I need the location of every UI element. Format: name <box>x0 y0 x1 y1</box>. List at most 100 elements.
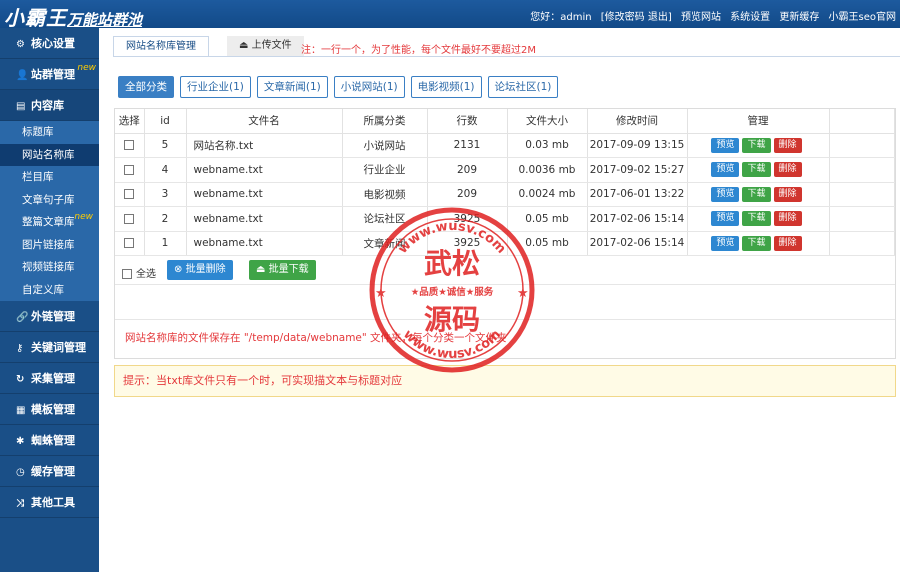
delete-button[interactable]: 删除 <box>773 162 802 178</box>
submenu-item-article-library[interactable]: 整篇文章库 new <box>0 211 99 234</box>
sidebar-item-label: 外链管理 <box>31 310 75 323</box>
cell-id: 1 <box>144 231 187 256</box>
cell-actions: 预览 下载 删除 <box>687 157 830 183</box>
sidebar-item-cache[interactable]: ◷ 缓存管理 <box>0 456 99 487</box>
top-bar: 小霸王万能站群池 您好：admin [修改密码 退出] 预览网站 系统设置 更新… <box>0 0 900 31</box>
app-logo: 小霸王万能站群池 <box>4 2 142 31</box>
bulk-download-button[interactable]: ⏏ 批量下载 <box>249 260 316 280</box>
bulk-download-label: 批量下载 <box>268 264 309 275</box>
sidebar-item-templates[interactable]: ▦ 模板管理 <box>0 394 99 425</box>
cell-filename: 网站名称.txt <box>186 133 343 158</box>
tab-upload-file[interactable]: ⏏ 上传文件 <box>227 36 304 57</box>
tab-site-name-library[interactable]: 网站名称库管理 <box>113 36 209 57</box>
logo-main: 小霸王 <box>4 6 67 30</box>
sidebar-item-site-cluster[interactable]: 👤 站群管理 new <box>0 59 99 90</box>
download-button[interactable]: 下载 <box>742 211 771 227</box>
cell-id: 5 <box>144 133 187 158</box>
new-badge: new <box>77 63 96 73</box>
cell-lines: 209 <box>427 157 508 183</box>
filter-all[interactable]: 全部分类 <box>118 76 174 98</box>
download-button[interactable]: 下载 <box>742 162 771 178</box>
new-badge: new <box>74 212 93 222</box>
sidebar-item-spiders[interactable]: ✱ 蜘蛛管理 <box>0 425 99 456</box>
submenu-item-title-library[interactable]: 标题库 <box>0 121 99 144</box>
account-links[interactable]: [修改密码 退出] <box>601 12 672 23</box>
cell-lines: 209 <box>427 182 508 207</box>
cell-modified: 2017-06-01 13:22 <box>587 182 688 207</box>
content-library-submenu: 标题库 网站名称库 栏目库 文章句子库 整篇文章库 new 图片链接库 视频链接库… <box>0 121 99 301</box>
cell-lines: 3925 <box>427 231 508 256</box>
filter-novel[interactable]: 小说网站(1) <box>333 76 405 98</box>
select-all[interactable]: 全选 <box>122 265 156 280</box>
col-select: 选择 <box>115 109 145 134</box>
bulk-actions: 全选 ⊗ 批量删除 ⏏ 批量下载 <box>115 256 895 285</box>
sidebar-item-keywords[interactable]: ⚷ 关键词管理 <box>0 332 99 363</box>
cell-category: 行业企业 <box>342 157 428 183</box>
bulk-delete-button[interactable]: ⊗ 批量删除 <box>167 260 233 280</box>
sidebar-item-other-tools[interactable]: ⤨ 其他工具 <box>0 487 99 518</box>
sidebar-item-label: 核心设置 <box>31 37 75 50</box>
table-row: 3 webname.txt 电影视频 209 0.0024 mb 2017-06… <box>115 182 895 207</box>
cell-size: 0.0036 mb <box>507 157 588 183</box>
preview-button[interactable]: 预览 <box>711 162 740 178</box>
table-row: 1 webname.txt 文章新闻 3925 0.05 mb 2017-02-… <box>115 231 895 256</box>
submenu-item-video-link-library[interactable]: 视频链接库 <box>0 256 99 279</box>
row-checkbox[interactable] <box>124 213 135 224</box>
delete-button[interactable]: 删除 <box>773 137 802 153</box>
sidebar-item-label: 站群管理 <box>31 68 75 81</box>
empty-row <box>115 285 895 320</box>
delete-button[interactable]: 删除 <box>773 211 802 227</box>
key-icon: ⚷ <box>16 343 24 354</box>
sidebar-item-content-library[interactable]: ▤ 内容库 <box>0 90 99 121</box>
close-circle-icon: ⊗ <box>174 264 183 275</box>
greeting: 您好：admin <box>530 12 592 23</box>
preview-button[interactable]: 预览 <box>711 186 740 202</box>
nav-official-site[interactable]: 小霸王seo官网 <box>829 12 896 23</box>
filter-industry[interactable]: 行业企业(1) <box>180 76 251 98</box>
cell-actions: 预览 下载 删除 <box>687 133 830 158</box>
nav-system-settings[interactable]: 系统设置 <box>730 12 770 23</box>
delete-button[interactable]: 删除 <box>773 186 802 202</box>
col-extra <box>829 109 895 134</box>
row-checkbox[interactable] <box>124 238 135 249</box>
tip-banner: 提示：当txt库文件只有一个时，可实现描文本与标题对应 <box>114 365 896 397</box>
preview-button[interactable]: 预览 <box>711 211 740 227</box>
submenu-item-image-link-library[interactable]: 图片链接库 <box>0 234 99 257</box>
storage-info: 网站名称库的文件保存在 "/temp/data/webname" 文件夹，每个分… <box>125 332 507 344</box>
download-button[interactable]: 下载 <box>742 186 771 202</box>
filter-video[interactable]: 电影视频(1) <box>410 76 482 98</box>
cell-size: 0.05 mb <box>507 231 588 256</box>
cell-modified: 2017-09-09 13:15 <box>587 133 688 158</box>
cell-modified: 2017-02-06 15:14 <box>587 231 688 256</box>
file-table-panel: 选择 id 文件名 所属分类 行数 文件大小 修改时间 管理 5 网站名称.tx… <box>114 108 896 359</box>
preview-button[interactable]: 预览 <box>711 235 740 251</box>
submenu-item-custom-library[interactable]: 自定义库 <box>0 279 99 302</box>
cell-size: 0.05 mb <box>507 206 588 232</box>
row-checkbox[interactable] <box>124 140 135 151</box>
nav-preview-site[interactable]: 预览网站 <box>681 12 721 23</box>
nav-update-cache[interactable]: 更新缓存 <box>779 12 819 23</box>
download-button[interactable]: 下载 <box>742 137 771 153</box>
sidebar-item-label: 内容库 <box>31 99 64 112</box>
submenu-item-site-name-library[interactable]: 网站名称库 <box>0 143 99 166</box>
delete-button[interactable]: 删除 <box>773 235 802 251</box>
preview-button[interactable]: 预览 <box>711 137 740 153</box>
sidebar-item-external-links[interactable]: 🔗 外链管理 <box>0 301 99 332</box>
refresh-icon: ↻ <box>16 374 25 385</box>
col-id: id <box>144 109 187 134</box>
select-all-label: 全选 <box>136 269 156 280</box>
submenu-label: 自定义库 <box>22 283 64 296</box>
sidebar-item-collection[interactable]: ↻ 采集管理 <box>0 363 99 394</box>
submenu-item-column-library[interactable]: 栏目库 <box>0 166 99 189</box>
download-button[interactable]: 下载 <box>742 235 771 251</box>
link-icon: 🔗 <box>16 312 29 323</box>
sidebar-item-label: 采集管理 <box>31 372 75 385</box>
row-checkbox[interactable] <box>124 189 135 200</box>
filter-news[interactable]: 文章新闻(1) <box>256 76 328 98</box>
select-all-checkbox[interactable] <box>122 269 132 279</box>
file-table: 选择 id 文件名 所属分类 行数 文件大小 修改时间 管理 5 网站名称.tx… <box>115 109 895 256</box>
category-filters: 全部分类 行业企业(1) 文章新闻(1) 小说网站(1) 电影视频(1) 论坛社区(1) <box>118 76 564 98</box>
col-category: 所属分类 <box>342 109 428 134</box>
row-checkbox[interactable] <box>124 164 135 175</box>
filter-forum[interactable]: 论坛社区(1) <box>487 76 559 98</box>
